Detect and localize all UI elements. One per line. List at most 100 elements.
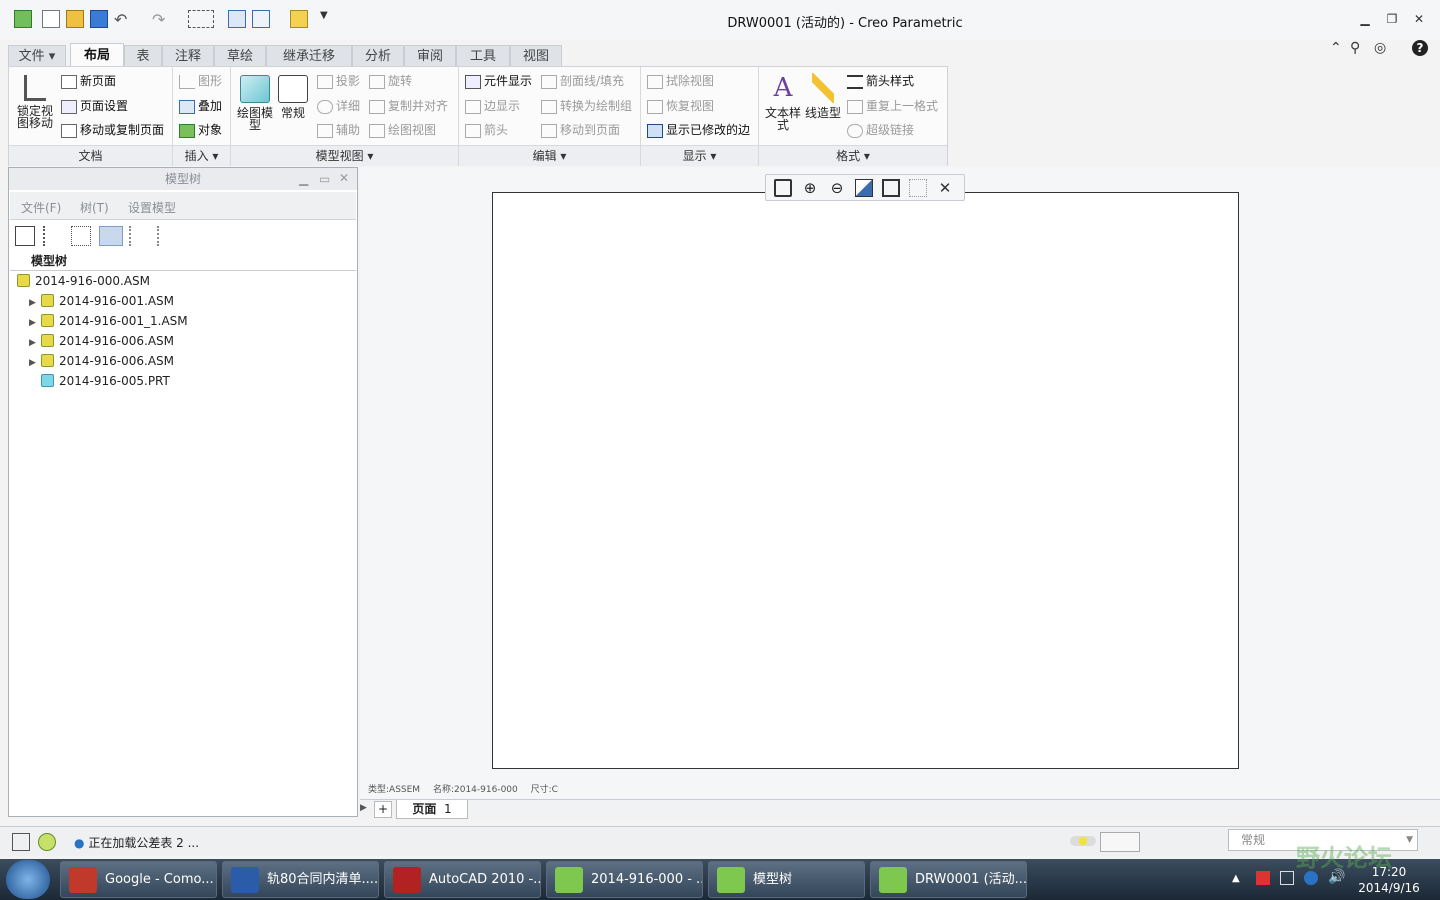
- show-tree-icon[interactable]: [99, 226, 123, 246]
- page-tab-1[interactable]: 页面 1: [396, 800, 468, 819]
- display-style-icon[interactable]: [882, 179, 900, 197]
- repaint-icon[interactable]: [855, 179, 873, 197]
- tray-app-icon[interactable]: [1256, 871, 1270, 885]
- group-label-edit[interactable]: 编辑 ▾: [459, 145, 640, 166]
- drawing-sheet[interactable]: [492, 192, 1239, 769]
- start-button[interactable]: [6, 860, 50, 899]
- annotation-display-icon[interactable]: [909, 179, 927, 197]
- copy-align-button[interactable]: 复制并对齐: [369, 97, 448, 114]
- drawing-view-button[interactable]: 绘图视图: [369, 121, 436, 138]
- group-label-model-views[interactable]: 模型视图 ▾: [231, 145, 458, 166]
- panel-maximize-icon[interactable]: ▭: [319, 172, 330, 186]
- lock-view-movement-button[interactable]: 锁定视图移动: [13, 75, 57, 129]
- projection-button[interactable]: 投影: [317, 72, 360, 89]
- expand-tree-icon[interactable]: [129, 226, 149, 246]
- collapse-ribbon-icon[interactable]: ⌃: [1330, 40, 1342, 56]
- help-icon[interactable]: ?: [1412, 40, 1428, 56]
- tree-menu-tree[interactable]: 树(T): [80, 199, 109, 216]
- tree-columns-icon[interactable]: [71, 226, 91, 246]
- overlay-button[interactable]: 叠加: [179, 97, 222, 114]
- minimize-button[interactable]: ▁: [1358, 12, 1372, 26]
- navigator-toggle-icon[interactable]: [12, 833, 30, 851]
- browser-toggle-icon[interactable]: [38, 833, 56, 851]
- erase-view-button[interactable]: 拭除视图: [647, 72, 714, 89]
- resume-view-button[interactable]: 恢复视图: [647, 97, 714, 114]
- group-insert: 图形 叠加 对象 插入 ▾: [173, 67, 231, 166]
- arrow-button[interactable]: 箭头: [465, 121, 508, 138]
- graph-button[interactable]: 图形: [179, 72, 222, 89]
- taskbar-item[interactable]: 2014-916-000 - ...: [546, 861, 703, 898]
- tab-layout[interactable]: 布局: [70, 43, 124, 67]
- find-button[interactable]: [1100, 832, 1140, 852]
- revolve-button[interactable]: 旋转: [369, 72, 412, 89]
- component-display-button[interactable]: 元件显示: [465, 72, 532, 89]
- zoom-out-icon[interactable]: ⊖: [828, 179, 846, 197]
- tree-node[interactable]: ▶ 2014-916-001_1.ASM: [29, 312, 188, 330]
- tab-legacy-migration[interactable]: 继承迁移: [266, 45, 352, 67]
- zoom-in-icon[interactable]: ⊕: [801, 179, 819, 197]
- expand-arrow-icon[interactable]: ▶: [29, 334, 41, 352]
- network-icon[interactable]: [1280, 871, 1294, 885]
- maximize-button[interactable]: ❐: [1385, 12, 1399, 26]
- ime-icon[interactable]: [1304, 871, 1318, 885]
- tab-review[interactable]: 审阅: [404, 45, 456, 67]
- drawing-view-label: 绘图视图: [388, 123, 437, 137]
- page-setup-button[interactable]: 页面设置: [61, 97, 128, 114]
- hyperlink-button[interactable]: 超级链接: [847, 121, 914, 138]
- tree-filter-icon[interactable]: [43, 226, 63, 246]
- move-copy-page-button[interactable]: 移动或复制页面: [61, 121, 164, 138]
- collapse-tree-icon[interactable]: [157, 226, 177, 246]
- taskbar-item[interactable]: Google - Como...: [60, 861, 217, 898]
- close-button[interactable]: ✕: [1412, 12, 1426, 26]
- expand-arrow-icon[interactable]: ▶: [29, 354, 41, 372]
- group-label-format[interactable]: 格式 ▾: [759, 145, 947, 166]
- auxiliary-button[interactable]: 辅助: [317, 121, 360, 138]
- tree-node[interactable]: 2014-916-005.PRT: [29, 372, 170, 390]
- expand-arrow-icon[interactable]: ▶: [29, 294, 41, 312]
- community-icon[interactable]: ◎: [1374, 40, 1386, 56]
- tree-menu-file[interactable]: 文件(F): [21, 199, 61, 216]
- tree-menu-settings[interactable]: 设置模型: [128, 199, 176, 216]
- expand-arrow-icon[interactable]: ▶: [29, 314, 41, 332]
- repeat-format-button[interactable]: 重复上一格式: [847, 97, 938, 114]
- tab-annotate[interactable]: 注释: [162, 45, 214, 67]
- binoculars-icon[interactable]: [15, 226, 35, 246]
- tab-view[interactable]: 视图: [510, 45, 562, 67]
- refit-icon[interactable]: [774, 179, 792, 197]
- arrow-style-button[interactable]: 箭头样式: [847, 72, 914, 89]
- object-button[interactable]: 对象: [179, 121, 222, 138]
- tree-node[interactable]: 2014-916-000.ASM: [17, 272, 150, 290]
- tab-table[interactable]: 表: [124, 45, 162, 67]
- taskbar-item[interactable]: AutoCAD 2010 -...: [384, 861, 541, 898]
- detail-button[interactable]: 详细: [317, 97, 360, 114]
- move-to-page-button[interactable]: 移动到页面: [541, 121, 620, 138]
- taskbar-item[interactable]: DRW0001 (活动...: [870, 861, 1027, 898]
- taskbar-item[interactable]: 模型树: [708, 861, 865, 898]
- tray-expand-icon[interactable]: ▲: [1232, 873, 1240, 884]
- tree-node[interactable]: ▶ 2014-916-006.ASM: [29, 352, 174, 370]
- add-page-button[interactable]: +: [374, 801, 392, 818]
- general-view-button[interactable]: 常规: [275, 75, 311, 119]
- panel-minimize-icon[interactable]: ▁: [299, 172, 308, 186]
- group-label-display[interactable]: 显示 ▾: [641, 145, 758, 166]
- show-modified-edges-button[interactable]: 显示已修改的边: [647, 121, 750, 138]
- datum-display-icon[interactable]: ✕: [936, 179, 954, 197]
- text-style-button[interactable]: A 文本样式: [765, 73, 801, 131]
- tab-sketch[interactable]: 草绘: [214, 45, 266, 67]
- tab-file[interactable]: 文件 ▾: [8, 45, 66, 67]
- tab-tools[interactable]: 工具: [456, 45, 510, 67]
- drawing-model-button[interactable]: 绘图模型: [237, 75, 273, 131]
- line-style-button[interactable]: 线造型: [805, 73, 841, 119]
- tree-node[interactable]: ▶ 2014-916-001.ASM: [29, 292, 174, 310]
- tab-analysis[interactable]: 分析: [352, 45, 404, 67]
- taskbar-item[interactable]: 轨80合同内清单....: [222, 861, 379, 898]
- page-scroll-icon[interactable]: ▶: [360, 803, 367, 813]
- group-label-insert[interactable]: 插入 ▾: [173, 145, 230, 166]
- edge-display-button[interactable]: 边显示: [465, 97, 520, 114]
- new-page-button[interactable]: 新页面: [61, 72, 116, 89]
- tree-node[interactable]: ▶ 2014-916-006.ASM: [29, 332, 174, 350]
- section-hatch-button[interactable]: 剖面线/填充: [541, 72, 624, 89]
- convert-group-button[interactable]: 转换为绘制组: [541, 97, 632, 114]
- panel-close-icon[interactable]: ✕: [339, 171, 349, 185]
- search-icon[interactable]: ⚲: [1350, 40, 1360, 56]
